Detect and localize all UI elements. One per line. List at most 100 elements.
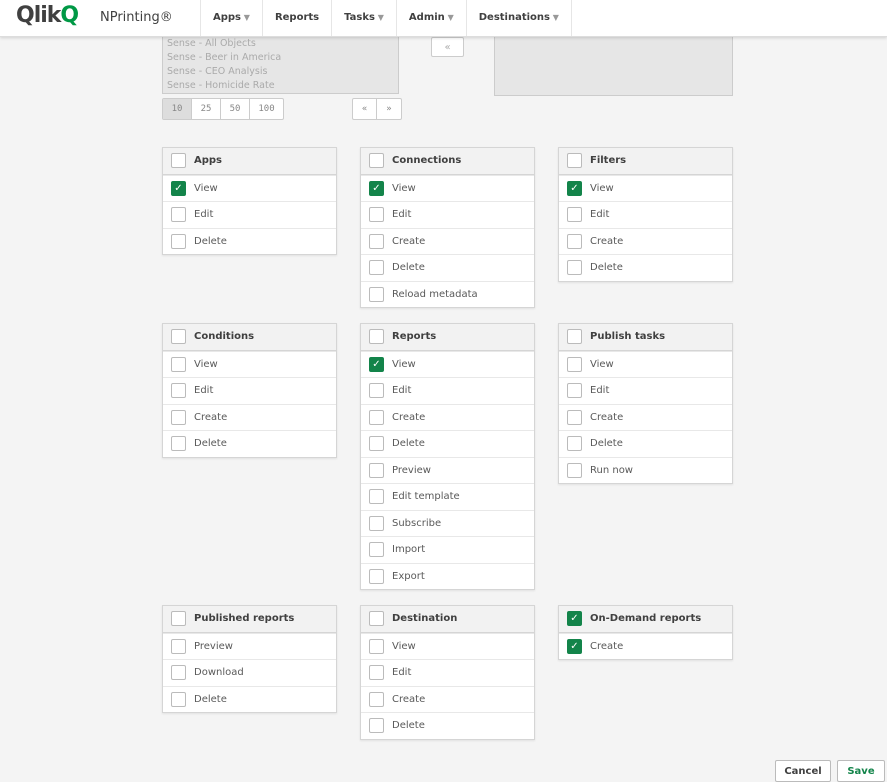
checkbox-icon[interactable] [369, 462, 384, 478]
permission-row[interactable]: Preview [163, 632, 336, 660]
permission-row[interactable]: Edit [163, 377, 336, 404]
source-list-item[interactable]: Sense - All Objects [167, 37, 394, 51]
checkbox-icon[interactable] [567, 462, 582, 478]
checkbox-icon[interactable] [171, 638, 186, 654]
target-list[interactable] [494, 30, 733, 96]
permission-row[interactable]: Import [361, 536, 534, 563]
permission-row[interactable]: Run now [559, 456, 732, 484]
checkbox-checked-icon[interactable]: ✓ [171, 180, 186, 196]
source-list-item[interactable]: Sense - Homicide Rate [167, 79, 394, 93]
checkbox-checked-icon[interactable]: ✓ [567, 611, 582, 627]
checkbox-icon[interactable] [171, 611, 186, 627]
permission-row[interactable]: Edit [163, 201, 336, 228]
card-header[interactable]: Reports [361, 324, 534, 351]
checkbox-icon[interactable] [369, 665, 384, 681]
checkbox-icon[interactable] [369, 436, 384, 452]
source-list-item[interactable]: Sense - CEO Analysis [167, 65, 394, 79]
permission-row[interactable]: Reload metadata [361, 280, 534, 308]
page-size-100[interactable]: 100 [250, 99, 283, 119]
checkbox-icon[interactable] [171, 153, 186, 169]
permission-row[interactable]: Delete [361, 254, 534, 281]
permission-row[interactable]: Download [163, 659, 336, 686]
permission-row[interactable]: Delete [163, 430, 336, 457]
checkbox-icon[interactable] [369, 260, 384, 276]
checkbox-icon[interactable] [567, 329, 582, 345]
permission-row[interactable]: ✓ View [163, 174, 336, 202]
checkbox-icon[interactable] [369, 207, 384, 223]
permission-row[interactable]: Create [163, 403, 336, 431]
permission-row[interactable]: Delete [163, 227, 336, 255]
permission-row[interactable]: Preview [361, 456, 534, 484]
checkbox-checked-icon[interactable]: ✓ [369, 356, 384, 372]
card-header[interactable]: Filters [559, 148, 732, 175]
permission-row[interactable]: Create [559, 403, 732, 431]
permission-row[interactable]: Subscribe [361, 509, 534, 537]
permission-row[interactable]: ✓ View [361, 350, 534, 378]
card-header[interactable]: Publish tasks [559, 324, 732, 351]
nav-reports[interactable]: Reports [261, 0, 331, 36]
checkbox-icon[interactable] [171, 691, 186, 707]
permission-row[interactable]: Edit template [361, 483, 534, 510]
permission-row[interactable]: Export [361, 562, 534, 590]
permission-row[interactable]: Delete [163, 685, 336, 713]
source-list[interactable]: Sense - All Objects Sense - Beer in Ameri… [162, 30, 399, 94]
permission-row[interactable]: Edit [559, 201, 732, 228]
permission-row[interactable]: Create [361, 685, 534, 713]
permission-row[interactable]: Delete [361, 712, 534, 739]
next-page-button[interactable]: » [377, 99, 401, 119]
checkbox-icon[interactable] [171, 233, 186, 249]
checkbox-checked-icon[interactable]: ✓ [567, 180, 582, 196]
checkbox-icon[interactable] [567, 153, 582, 169]
prev-page-button[interactable]: « [353, 99, 377, 119]
card-header[interactable]: Apps [163, 148, 336, 175]
permission-row[interactable]: Delete [559, 254, 732, 281]
checkbox-icon[interactable] [369, 409, 384, 425]
nav-destinations[interactable]: Destinations ▼ [465, 0, 572, 36]
checkbox-checked-icon[interactable]: ✓ [369, 180, 384, 196]
checkbox-icon[interactable] [171, 207, 186, 223]
checkbox-icon[interactable] [369, 286, 384, 302]
checkbox-icon[interactable] [567, 383, 582, 399]
nav-apps[interactable]: Apps ▼ [200, 0, 262, 36]
permission-row[interactable]: View [163, 350, 336, 378]
card-header[interactable]: Connections [361, 148, 534, 175]
checkbox-icon[interactable] [369, 611, 384, 627]
permission-row[interactable]: Edit [361, 201, 534, 228]
checkbox-icon[interactable] [369, 638, 384, 654]
checkbox-checked-icon[interactable]: ✓ [567, 638, 582, 654]
checkbox-icon[interactable] [567, 409, 582, 425]
permission-row[interactable]: Delete [559, 430, 732, 457]
save-button[interactable]: Save [837, 760, 885, 782]
checkbox-icon[interactable] [567, 207, 582, 223]
checkbox-icon[interactable] [369, 383, 384, 399]
checkbox-icon[interactable] [171, 329, 186, 345]
checkbox-icon[interactable] [369, 329, 384, 345]
permission-row[interactable]: Edit [559, 377, 732, 404]
card-header[interactable]: Published reports [163, 606, 336, 633]
cancel-button[interactable]: Cancel [775, 760, 831, 782]
permission-row[interactable]: ✓ Create [559, 632, 732, 660]
permission-row[interactable]: ✓ View [361, 174, 534, 202]
checkbox-icon[interactable] [171, 409, 186, 425]
checkbox-icon[interactable] [567, 260, 582, 276]
permission-row[interactable]: ✓ View [559, 174, 732, 202]
source-list-item[interactable]: Sense - Beer in America [167, 51, 394, 65]
checkbox-icon[interactable] [369, 489, 384, 505]
move-left-button[interactable]: « [431, 37, 464, 57]
page-size-25[interactable]: 25 [192, 99, 221, 119]
checkbox-icon[interactable] [369, 691, 384, 707]
checkbox-icon[interactable] [369, 718, 384, 734]
card-header[interactable]: ✓ On-Demand reports [559, 606, 732, 633]
nav-tasks[interactable]: Tasks ▼ [331, 0, 396, 36]
checkbox-icon[interactable] [171, 356, 186, 372]
page-size-50[interactable]: 50 [221, 99, 250, 119]
page-size-10[interactable]: 10 [163, 99, 192, 119]
permission-row[interactable]: Create [559, 227, 732, 255]
checkbox-icon[interactable] [567, 233, 582, 249]
permission-row[interactable]: Edit [361, 377, 534, 404]
checkbox-icon[interactable] [171, 436, 186, 452]
checkbox-icon[interactable] [567, 356, 582, 372]
qlik-logo[interactable]: QlikQ [16, 3, 79, 28]
card-header[interactable]: Conditions [163, 324, 336, 351]
checkbox-icon[interactable] [369, 542, 384, 558]
